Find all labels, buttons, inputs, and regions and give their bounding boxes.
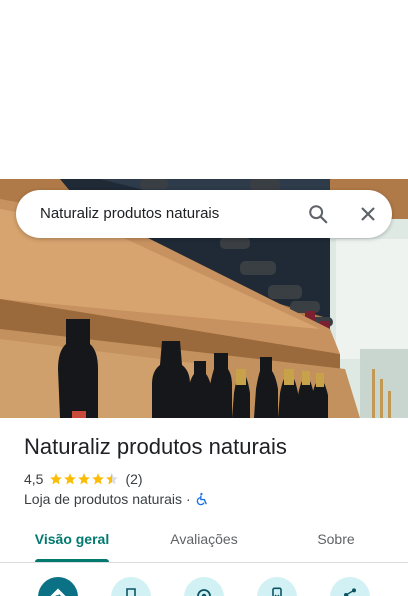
nearby-icon xyxy=(197,589,211,596)
directions-button[interactable] xyxy=(38,577,78,596)
tab-overview[interactable]: Visão geral xyxy=(24,520,120,562)
wheelchair-icon[interactable] xyxy=(195,492,209,506)
star-icon xyxy=(78,473,91,485)
active-tab-indicator xyxy=(35,559,109,562)
action-buttons xyxy=(0,563,408,596)
save-button[interactable] xyxy=(111,577,151,596)
star-icon xyxy=(50,473,63,485)
nearby-button[interactable] xyxy=(184,577,224,596)
tab-about[interactable]: Sobre xyxy=(298,520,374,562)
send-to-phone-icon xyxy=(272,587,282,596)
send-to-phone-button[interactable] xyxy=(257,577,297,596)
rating-value: 4,5 xyxy=(24,471,44,487)
tab-reviews[interactable]: Avaliações xyxy=(156,520,252,562)
close-icon[interactable] xyxy=(352,198,384,230)
separator: · xyxy=(186,491,191,507)
search-bar[interactable]: Naturaliz produtos naturais xyxy=(16,190,392,238)
share-icon xyxy=(344,588,356,596)
search-input[interactable]: Naturaliz produtos naturais xyxy=(40,190,219,238)
directions-icon xyxy=(50,588,66,596)
rating-row[interactable]: 4,5 (2) xyxy=(24,471,143,487)
star-half-icon xyxy=(106,473,119,485)
map-area xyxy=(0,0,408,179)
star-icon xyxy=(64,473,77,485)
star-icon xyxy=(92,473,105,485)
place-category: Loja de produtos naturais xyxy=(24,491,182,507)
place-title: Naturaliz produtos naturais xyxy=(24,434,287,459)
search-icon[interactable] xyxy=(302,198,334,230)
share-button[interactable] xyxy=(330,577,370,596)
rating-stars xyxy=(49,472,119,486)
tab-bar: Visão geral Avaliações Sobre xyxy=(0,520,408,563)
category-row: Loja de produtos naturais · xyxy=(24,491,209,507)
save-icon xyxy=(126,588,136,596)
review-count[interactable]: (2) xyxy=(125,471,142,487)
